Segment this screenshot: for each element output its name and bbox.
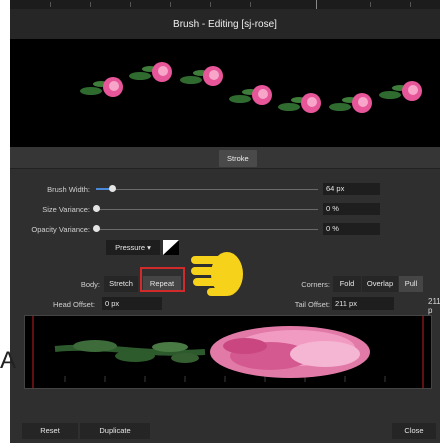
rose-icon	[379, 81, 422, 101]
brush-width-slider-knob[interactable]	[109, 185, 116, 192]
corners-fold-button[interactable]: Fold	[333, 276, 361, 292]
rose-stroke-preview	[80, 62, 422, 113]
size-variance-label: Size Variance:	[42, 205, 90, 214]
head-offset-label: Head Offset:	[53, 300, 95, 309]
corners-pull-button[interactable]: Pull	[399, 276, 423, 292]
stroke-texture-panel[interactable]	[24, 315, 432, 389]
rose-icon	[180, 66, 223, 86]
reset-button[interactable]: Reset	[22, 423, 78, 439]
pressure-label: Pressure	[115, 243, 146, 252]
tab-stroke[interactable]: Stroke	[219, 150, 257, 167]
corners-label: Corners:	[301, 280, 330, 289]
chevron-down-icon: ▾	[147, 243, 151, 252]
size-variance-track[interactable]	[96, 209, 318, 210]
brush-preview	[10, 39, 440, 147]
pressure-dropdown[interactable]: Pressure ▾	[106, 240, 160, 255]
rose-icon	[80, 77, 123, 97]
duplicate-button[interactable]: Duplicate	[80, 423, 150, 439]
opacity-variance-track[interactable]	[96, 229, 318, 230]
top-ruler	[10, 0, 440, 9]
highlight-annotation	[140, 267, 185, 292]
rose-icon	[278, 93, 321, 113]
rose-icon	[329, 93, 372, 113]
close-button[interactable]: Close	[392, 423, 436, 439]
rose-texture-image	[32, 316, 424, 388]
opacity-variance-value[interactable]: 0 %	[323, 223, 380, 235]
rose-icon	[229, 85, 272, 105]
tab-bar: Stroke	[10, 147, 440, 169]
tail-offset-field[interactable]: 211 px	[332, 297, 394, 310]
size-variance-value[interactable]: 0 %	[323, 203, 380, 215]
pressure-curve-icon[interactable]	[163, 240, 179, 255]
background-letter: A	[0, 347, 17, 374]
brush-width-track[interactable]	[96, 189, 318, 190]
body-label: Body:	[80, 280, 100, 289]
body-stretch-button[interactable]: Stretch	[104, 276, 138, 292]
opacity-variance-label: Opacity Variance:	[31, 225, 90, 234]
tail-offset-value-right: 211 p	[428, 297, 440, 315]
brush-editor-dialog: Brush - Editing [sj-rose] Stroke Brush W…	[10, 0, 440, 443]
opacity-variance-slider-knob[interactable]	[93, 225, 100, 232]
rose-icon	[129, 62, 172, 82]
corners-overlap-button[interactable]: Overlap	[362, 276, 398, 292]
title-bar: Brush - Editing [sj-rose]	[10, 9, 440, 39]
dialog-title: Brush - Editing [sj-rose]	[173, 19, 277, 30]
tail-offset-label: Tail Offset:	[294, 300, 330, 309]
head-offset-field[interactable]: 0 px	[102, 297, 162, 310]
brush-width-value[interactable]: 64 px	[323, 183, 380, 195]
size-variance-slider-knob[interactable]	[93, 205, 100, 212]
pointing-hand-icon	[191, 252, 243, 296]
brush-width-label: Brush Width:	[47, 185, 90, 194]
